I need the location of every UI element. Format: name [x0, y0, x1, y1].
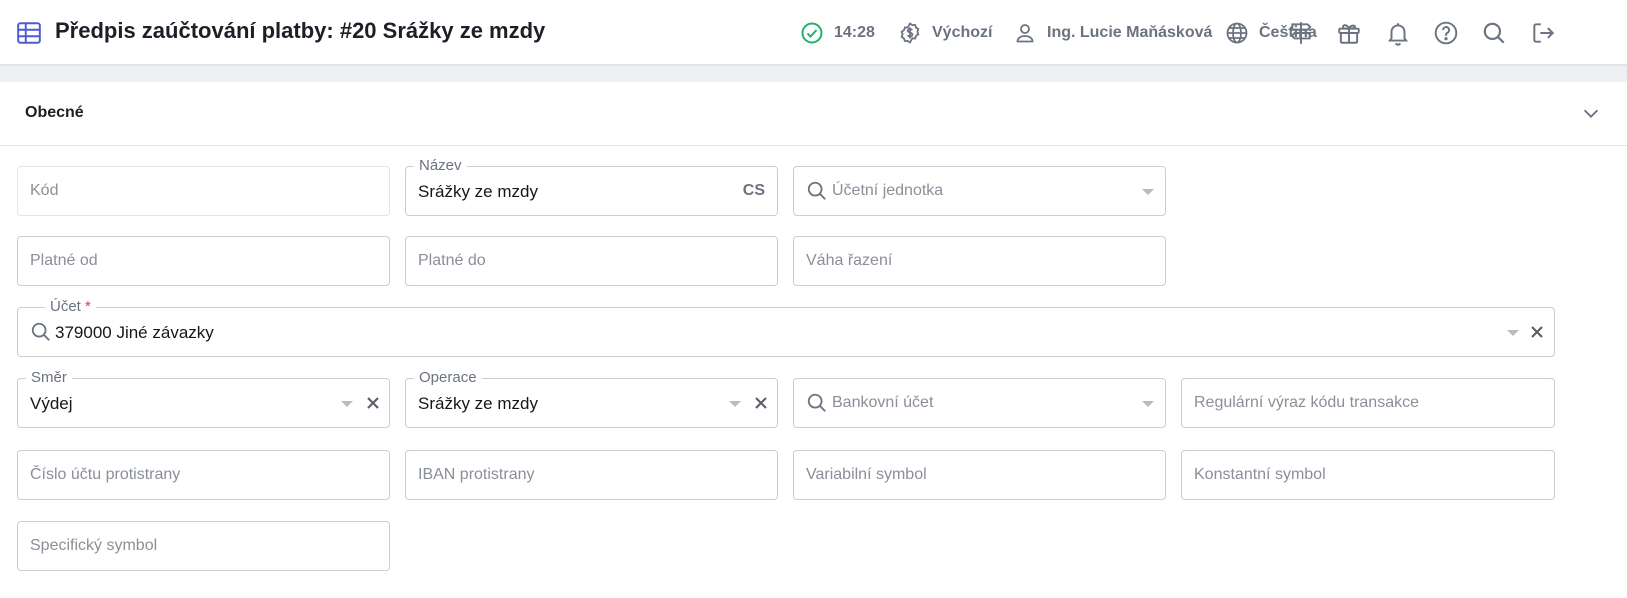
dropdown-caret-icon[interactable]: [729, 401, 741, 407]
nazev-value: Srážky ze mzdy: [418, 182, 538, 201]
close-icon[interactable]: [1527, 322, 1547, 342]
page-title: Předpis zaúčtování platby: #20 Srážky ze…: [55, 18, 546, 43]
close-icon[interactable]: [751, 393, 771, 413]
platne-od-placeholder: Platné od: [30, 252, 98, 269]
specificky-symbol-placeholder: Specifický symbol: [30, 537, 158, 554]
currency-icon: [900, 21, 920, 44]
user-menu-button[interactable]: Ing. Lucie Maňásková: [1013, 0, 1212, 65]
platne-do-input[interactable]: Platné do: [405, 236, 778, 286]
bankovni-ucet-select[interactable]: Bankovní účet: [793, 378, 1166, 428]
dropdown-caret-icon[interactable]: [1142, 189, 1154, 195]
specificky-symbol-input[interactable]: Specifický symbol: [17, 521, 390, 571]
konstantni-symbol-input[interactable]: Konstantní symbol: [1181, 450, 1555, 500]
vaha-razeni-input[interactable]: Váha řazení: [793, 236, 1166, 286]
variabilni-symbol-input[interactable]: Variabilní symbol: [793, 450, 1166, 500]
nazev-label: Název: [414, 157, 467, 175]
language-code-button[interactable]: CS: [743, 182, 765, 200]
form-card: Obecné Kód Název Srážky ze mzdy CS Účetn…: [0, 82, 1627, 598]
ucet-select[interactable]: Účet * 379000 Jiné závazky: [17, 298, 1555, 357]
variabilni-symbol-placeholder: Variabilní symbol: [806, 466, 927, 483]
iban-protistrany-placeholder: IBAN protistrany: [418, 466, 535, 483]
save-status: 14:28: [800, 0, 875, 65]
smer-label: Směr: [26, 369, 72, 387]
ucet-label: Účet *: [45, 298, 96, 316]
table-icon[interactable]: [16, 20, 42, 46]
dropdown-caret-icon[interactable]: [1507, 330, 1519, 336]
operace-value: Srážky ze mzdy: [418, 394, 538, 413]
logout-icon[interactable]: [1530, 20, 1556, 46]
nazev-input[interactable]: Název Srážky ze mzdy CS: [405, 157, 778, 216]
smer-value: Výdej: [30, 394, 73, 413]
regex-kod-input[interactable]: Regulární výraz kódu transakce: [1181, 378, 1555, 428]
cislo-uctu-protistrany-placeholder: Číslo účtu protistrany: [30, 466, 181, 483]
operace-select[interactable]: Operace Srážky ze mzdy: [405, 369, 778, 428]
currency-profile-button[interactable]: Výchozí: [898, 0, 992, 65]
section-title: Obecné: [25, 104, 84, 121]
currency-profile-label: Výchozí: [932, 23, 993, 41]
bankovni-ucet-placeholder: Bankovní účet: [832, 394, 934, 411]
search-icon[interactable]: [1481, 20, 1507, 46]
kod-input[interactable]: Kód: [17, 166, 390, 216]
search-icon: [807, 181, 826, 200]
dropdown-caret-icon[interactable]: [1142, 401, 1154, 407]
platne-do-placeholder: Platné do: [418, 252, 486, 269]
section-header-general[interactable]: Obecné: [0, 82, 1627, 146]
regex-kod-placeholder: Regulární výraz kódu transakce: [1194, 394, 1419, 411]
gift-icon[interactable]: [1336, 20, 1362, 46]
ucet-value: 379000 Jiné závazky: [55, 323, 214, 342]
check-circle-icon: [801, 22, 823, 43]
time-label: 14:28: [834, 23, 875, 41]
chevron-down-icon[interactable]: [1580, 102, 1602, 124]
help-icon[interactable]: [1433, 20, 1459, 46]
ucetni-jednotka-placeholder: Účetní jednotka: [832, 182, 944, 199]
cislo-uctu-protistrany-input[interactable]: Číslo účtu protistrany: [17, 450, 390, 500]
user-name: Ing. Lucie Maňásková: [1047, 23, 1213, 41]
top-bar: Předpis zaúčtování platby: #20 Srážky ze…: [0, 0, 1627, 65]
close-icon[interactable]: [363, 393, 383, 413]
iban-protistrany-input[interactable]: IBAN protistrany: [405, 450, 778, 500]
search-icon: [31, 322, 50, 341]
ucetni-jednotka-select[interactable]: Účetní jednotka: [793, 166, 1166, 216]
vaha-razeni-placeholder: Váha řazení: [806, 252, 893, 269]
user-icon: [1016, 23, 1034, 42]
globe-icon: [1226, 22, 1248, 43]
required-mark: *: [85, 298, 91, 315]
signpost-icon[interactable]: [1288, 20, 1314, 46]
dropdown-caret-icon[interactable]: [341, 401, 353, 407]
smer-select[interactable]: Směr Výdej: [17, 369, 390, 428]
platne-od-input[interactable]: Platné od: [17, 236, 390, 286]
bell-icon[interactable]: [1385, 20, 1411, 46]
konstantni-symbol-placeholder: Konstantní symbol: [1194, 466, 1326, 483]
operace-label: Operace: [414, 369, 482, 387]
kod-placeholder: Kód: [30, 182, 59, 199]
search-icon: [807, 393, 826, 412]
